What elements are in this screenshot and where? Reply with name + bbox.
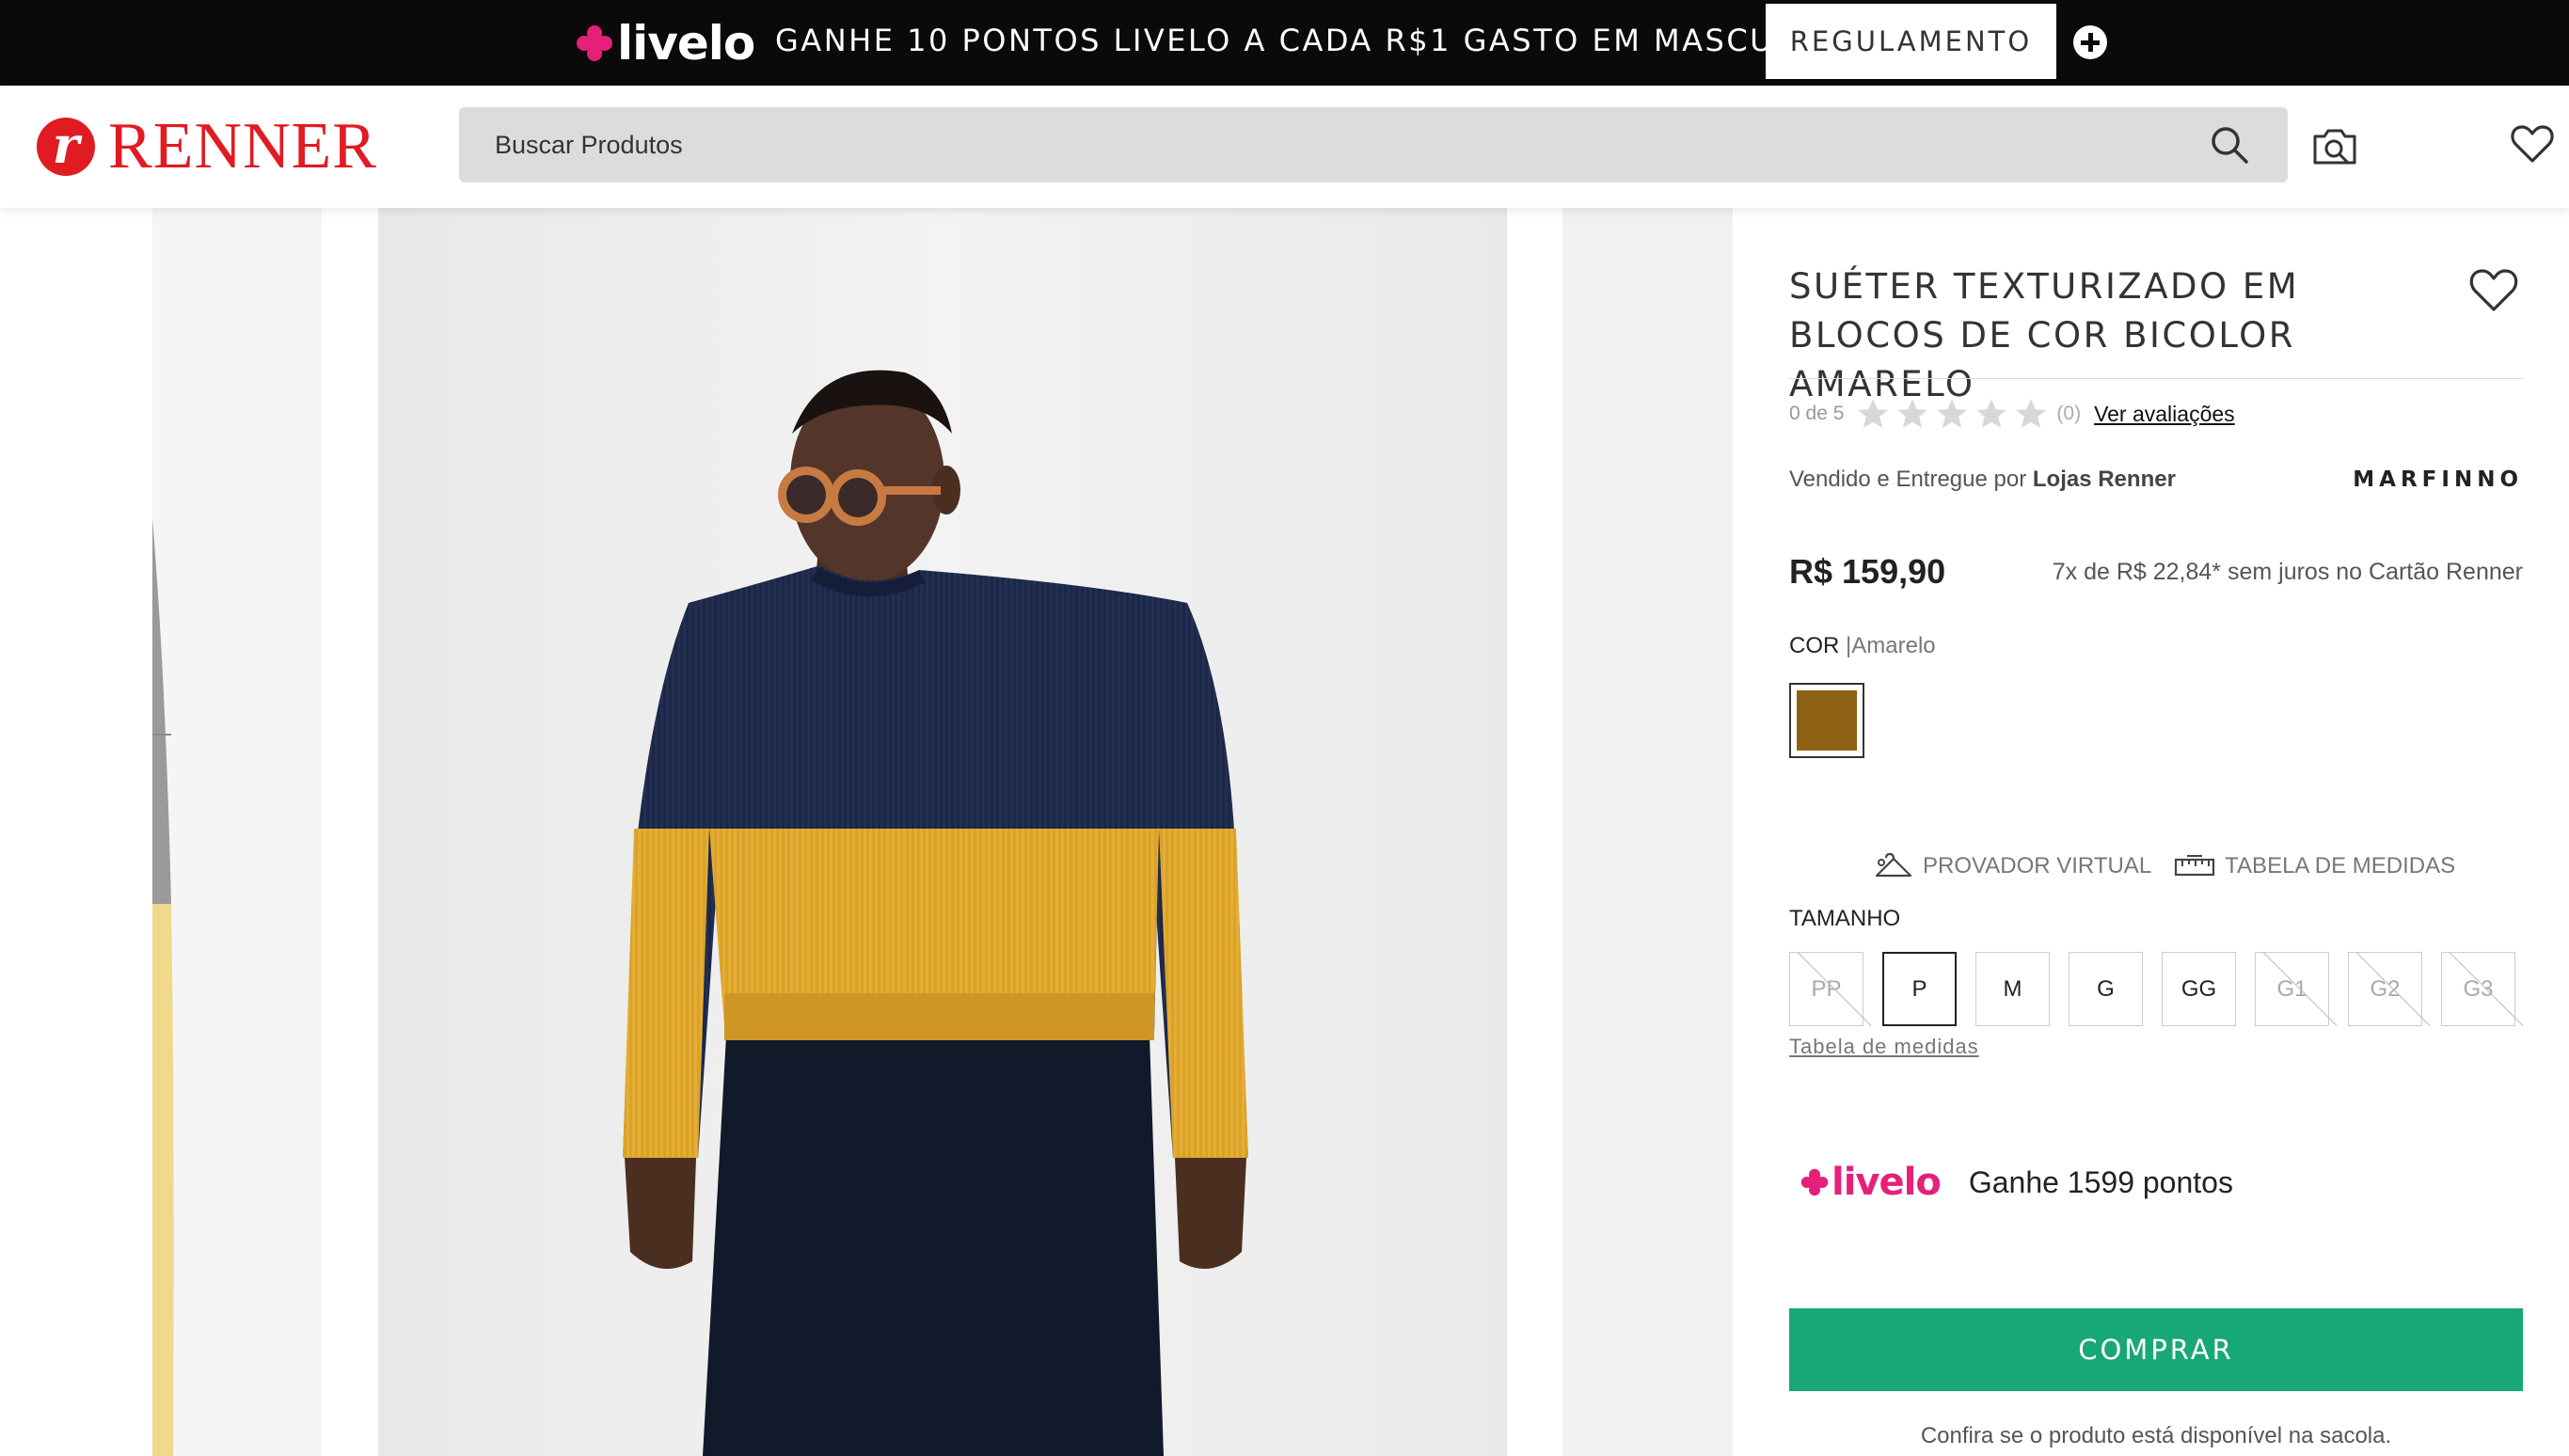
color-label-text: COR xyxy=(1789,633,1840,658)
regulamento-button[interactable]: REGULAMENTO xyxy=(1766,4,2056,79)
product-gallery xyxy=(0,208,1733,1456)
buy-button[interactable]: COMPRAR xyxy=(1789,1308,2523,1391)
size-option-p[interactable]: P xyxy=(1882,952,1957,1026)
main-product-photo[interactable] xyxy=(378,208,1507,1456)
search-input[interactable] xyxy=(459,107,2209,182)
model-wearing-sweater-image xyxy=(378,208,1507,1456)
previous-photo-image xyxy=(152,208,322,1456)
product-title: SUÉTER TEXTURIZADO EM BLOCOS DE COR BICO… xyxy=(1789,266,2300,404)
installments-info: 7x de R$ 22,84* sem juros no Cartão Renn… xyxy=(2052,559,2523,585)
star-icon xyxy=(1976,399,2007,429)
livelo-logo: livelo xyxy=(576,16,755,71)
size-table-link[interactable]: Tabela de medidas xyxy=(1789,1035,1979,1059)
star-icon xyxy=(1858,399,1889,429)
seller-name: Lojas Renner xyxy=(2032,467,2176,492)
star-icon xyxy=(1897,399,1928,429)
renner-logo[interactable]: r RENNER xyxy=(37,114,377,180)
previous-photo[interactable] xyxy=(152,208,322,1456)
product-rating: 0 de 5 (0) Ver avaliações xyxy=(1789,392,2235,435)
color-swatch-fill xyxy=(1797,690,1857,751)
virtual-fitting-button[interactable]: PROVADOR VIRTUAL xyxy=(1874,851,2151,881)
size-option-g2[interactable]: G2 xyxy=(2348,952,2422,1026)
color-value: Amarelo xyxy=(1851,633,1936,658)
size-label: TAMANHO xyxy=(1789,906,1901,931)
hanger-icon xyxy=(1875,852,1912,878)
next-photo[interactable] xyxy=(1562,208,1733,1456)
star-icon xyxy=(2016,399,2047,429)
size-tools: PROVADOR VIRTUAL TABELA DE MEDIDAS xyxy=(1874,851,2455,881)
search-bar xyxy=(459,107,2288,182)
size-option-m[interactable]: M xyxy=(1975,952,2050,1026)
plus-circle-icon[interactable] xyxy=(2073,25,2107,59)
size-option-g1[interactable]: G1 xyxy=(2255,952,2329,1026)
rating-count: (0) xyxy=(2056,403,2082,424)
product-price: R$ 159,90 xyxy=(1789,552,1946,591)
color-swatch-amarelo[interactable] xyxy=(1789,683,1864,758)
star-icon xyxy=(1937,399,1968,429)
livelo-logo-text: livelo xyxy=(617,16,755,71)
bag-availability-note: Confira se o produto está disponível na … xyxy=(1920,1423,2392,1448)
color-label: COR |Amarelo xyxy=(1789,633,1936,658)
size-option-g3[interactable]: G3 xyxy=(2441,952,2515,1026)
heart-icon[interactable] xyxy=(2510,123,2555,165)
camera-search-icon[interactable] xyxy=(2310,123,2359,168)
livelo-points: livelo Ganhe 1599 pontos xyxy=(1800,1161,2233,1204)
size-option-gg[interactable]: GG xyxy=(2162,952,2236,1026)
livelo-points-text: Ganhe 1599 pontos xyxy=(1968,1164,2233,1199)
renner-mark-icon: r xyxy=(37,118,95,176)
search-icon[interactable] xyxy=(2209,124,2250,166)
size-chart-label: TABELA DE MEDIDAS xyxy=(2225,853,2456,878)
virtual-fitting-label: PROVADOR VIRTUAL xyxy=(1923,853,2152,878)
ruler-icon xyxy=(2175,855,2215,877)
title-divider xyxy=(1789,378,2523,379)
brand-name[interactable]: MARFINNO xyxy=(2353,467,2523,492)
renner-wordmark: RENNER xyxy=(108,110,377,182)
livelo-flower-icon xyxy=(1800,1168,1829,1196)
favorite-heart-icon[interactable] xyxy=(2468,266,2519,313)
size-options: PP P M G GG G1 G2 G3 xyxy=(1789,952,2515,1026)
site-header: r RENNER xyxy=(0,86,2569,208)
promo-bar: livelo GANHE 10 PONTOS LIVELO A CADA R$1… xyxy=(0,0,2569,86)
size-option-g[interactable]: G xyxy=(2069,952,2143,1026)
reviews-link[interactable]: Ver avaliações xyxy=(2094,402,2235,427)
livelo-flower-icon xyxy=(577,25,612,61)
size-option-pp[interactable]: PP xyxy=(1789,952,1863,1026)
seller-info: Vendido e Entregue por Lojas Renner xyxy=(1789,467,2176,493)
rating-text: 0 de 5 xyxy=(1789,403,1845,424)
size-chart-button[interactable]: TABELA DE MEDIDAS xyxy=(2174,853,2455,879)
livelo-points-logo-text: livelo xyxy=(1832,1161,1942,1204)
seller-prefix: Vendido e Entregue por xyxy=(1789,467,2027,492)
promo-message[interactable]: GANHE 10 PONTOS LIVELO A CADA R$1 GASTO … xyxy=(775,23,1855,58)
livelo-points-logo: livelo xyxy=(1800,1161,1942,1204)
